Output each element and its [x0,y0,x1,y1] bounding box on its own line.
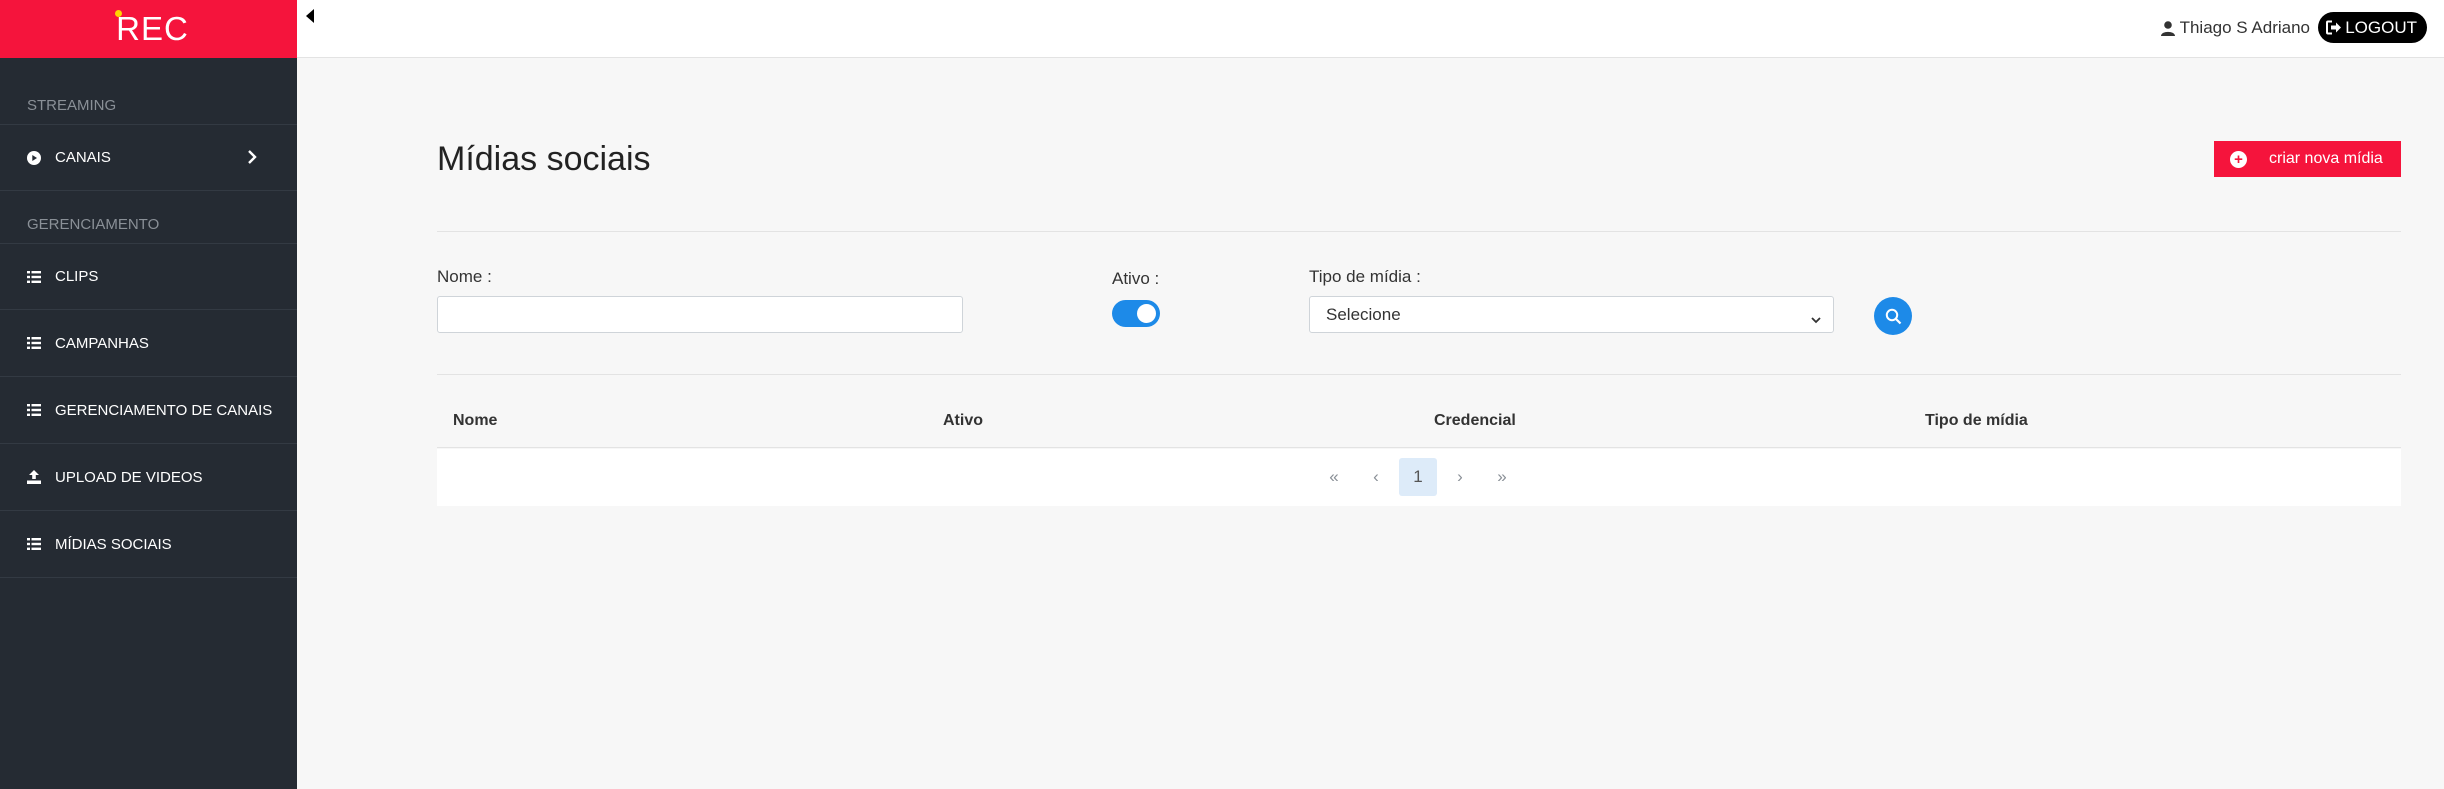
ativo-label: Ativo : [1112,269,1160,288]
list-icon [27,403,41,417]
user-icon [2160,20,2175,36]
table-header: Nome Ativo Credencial Tipo de mídia [437,392,2401,448]
pagination-page-current[interactable]: 1 [1399,458,1437,496]
upload-icon [27,470,41,484]
ativo-toggle[interactable] [1112,300,1160,327]
logout-label: LOGOUT [2345,17,2417,37]
user-info[interactable]: Thiago S Adriano [2160,18,2310,38]
sidebar-item-label: CANAIS [55,149,111,166]
select-value: Selecione [1326,304,1401,324]
section-label-streaming: STREAMING [27,97,117,114]
sidebar-item-label: CAMPANHAS [55,334,149,352]
search-button[interactable] [1874,297,1912,335]
page-title: Mídias sociais [437,140,651,178]
plus-circle-icon: + [2230,150,2247,168]
sign-out-icon [2326,20,2342,35]
sidebar-item-gerenciamento-de-canais[interactable]: GERENCIAMENTO DE CANAIS [0,377,297,444]
sidebar-item-label: UPLOAD DE VIDEOS [55,468,203,486]
sidebar-item-label: MÍDIAS SOCIAIS [55,535,172,553]
tipo-de-midia-select[interactable]: Selecione [1309,296,1834,333]
pagination-first[interactable]: « [1315,458,1353,496]
create-media-label: criar nova mídia [2269,150,2383,167]
logout-button[interactable]: LOGOUT [2318,12,2427,43]
pagination-prev[interactable]: ‹ [1357,458,1395,496]
pagination: « ‹ 1 › » [1315,458,1525,496]
column-header-nome[interactable]: Nome [453,412,497,430]
list-icon [27,270,41,284]
topbar: Thiago S Adriano LOGOUT [297,0,2444,58]
sidebar-item-clips[interactable]: CLIPS [0,243,297,310]
tipo-de-midia-label: Tipo de mídia : [1309,267,1421,286]
sidebar-item-canais[interactable]: CANAIS [0,124,297,191]
search-icon [1885,308,1901,324]
user-name: Thiago S Adriano [2179,18,2310,37]
caret-left-icon[interactable] [305,8,319,26]
divider [437,374,2401,375]
brand-logo[interactable]: REC [0,0,297,58]
sidebar: REC STREAMING CANAIS GERENCIAMENTO CLIPS… [0,0,297,789]
pagination-last[interactable]: » [1483,458,1521,496]
sidebar-item-upload-de-videos[interactable]: UPLOAD DE VIDEOS [0,444,297,511]
sidebar-item-midias-sociais[interactable]: MÍDIAS SOCIAIS [0,511,297,578]
sidebar-item-campanhas[interactable]: CAMPANHAS [0,310,297,377]
nome-label: Nome : [437,267,492,286]
toggle-knob [1137,304,1156,323]
column-header-credencial[interactable]: Credencial [1434,412,1516,430]
section-label-gerenciamento: GERENCIAMENTO [27,216,160,233]
column-header-ativo[interactable]: Ativo [943,412,983,430]
pagination-next[interactable]: › [1441,458,1479,496]
chevron-down-icon [1811,309,1821,329]
chevron-right-icon [247,149,257,169]
play-circle-icon [27,150,41,165]
sidebar-item-label: GERENCIAMENTO DE CANAIS [55,401,273,419]
list-icon [27,537,41,551]
create-media-button[interactable]: + criar nova mídia [2214,141,2401,177]
nome-input[interactable] [437,296,963,333]
list-icon [27,336,41,350]
column-header-tipo-de-midia[interactable]: Tipo de mídia [1925,412,2028,430]
divider [437,231,2401,232]
brand-name: REC [116,10,189,47]
sidebar-item-label: CLIPS [55,268,99,285]
